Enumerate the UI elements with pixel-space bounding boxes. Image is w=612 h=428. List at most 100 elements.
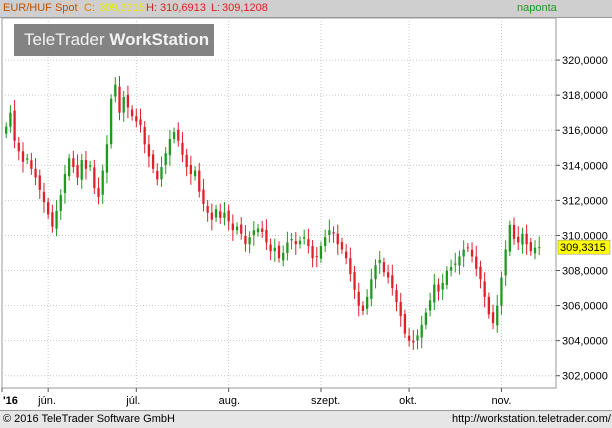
candle-body [135, 116, 138, 122]
candle-body [156, 170, 159, 180]
candle-body [353, 271, 356, 290]
candle-body [496, 305, 499, 326]
candle-body [462, 249, 465, 257]
low-value: 309,1208 [222, 2, 268, 14]
candle-body [294, 241, 297, 245]
candle-body [491, 312, 495, 324]
candle-body [126, 94, 130, 108]
candle-body [38, 175, 41, 190]
candle-body [336, 233, 339, 245]
candle-body [143, 127, 146, 145]
candle-body [361, 305, 365, 311]
candle-body [210, 212, 214, 220]
candle-body [487, 296, 491, 315]
symbol-label: EUR/HUF Spot [3, 2, 78, 14]
y-tick-label: 304,0000 [562, 336, 608, 348]
candle-body [433, 284, 436, 303]
candle-body [286, 242, 289, 253]
footer-url-link[interactable]: http://workstation.teletrader.com/ [452, 413, 611, 426]
candle-body [13, 110, 16, 141]
candle-body [189, 164, 193, 175]
candle-body [437, 284, 440, 292]
candle-body [538, 247, 541, 249]
candle-body [17, 142, 20, 152]
candle-body [181, 142, 184, 155]
candle-body [227, 210, 230, 222]
candle-body [88, 165, 92, 167]
candle-body [51, 212, 54, 227]
close-label: C: [84, 2, 95, 14]
candle-body [407, 335, 411, 341]
chart-header: EUR/HUF Spot C: 309,3315 H: 310,6913 L: … [0, 0, 612, 18]
candle-body [319, 245, 323, 259]
candle-body [328, 230, 331, 236]
candle-body [470, 249, 474, 257]
watermark-text-light: TeleTrader [24, 30, 110, 49]
candle-body [114, 84, 117, 97]
candle-body [391, 275, 394, 289]
candle-body [303, 237, 306, 239]
y-tick-label: 308,0000 [562, 266, 608, 278]
candle-body [378, 259, 381, 264]
candle-body [118, 86, 121, 113]
candle-body [219, 211, 222, 218]
low-label: L: [211, 2, 221, 14]
candle-body [59, 195, 62, 211]
y-tick-label: 314,0000 [562, 160, 608, 172]
y-tick-label: 302,0000 [562, 371, 608, 383]
price-chart[interactable]: 302,0000304,0000306,0000308,0000310,0000… [0, 18, 612, 410]
x-tick-label: nov. [491, 395, 511, 407]
candle-body [374, 265, 377, 280]
plot-area [1, 18, 557, 389]
candle-body [386, 272, 390, 278]
candle-body [315, 256, 318, 258]
candle-body [395, 290, 398, 303]
candle-body [97, 188, 100, 197]
x-tick-label: '16 [3, 395, 18, 407]
candle-body [273, 247, 276, 252]
teletrader-watermark: TeleTrader WorkStation [14, 24, 214, 56]
candle-body [84, 160, 88, 169]
candle-body [9, 112, 12, 127]
candle-body [139, 119, 142, 125]
chart-footer: © 2016 TeleTrader Software GmbH http://w… [0, 410, 612, 428]
watermark-text-bold: WorkStation [109, 30, 210, 49]
candle-body [357, 291, 360, 306]
candle-body [399, 302, 402, 317]
candle-body [168, 138, 172, 156]
candle-body [76, 164, 79, 178]
y-tick-label: 316,0000 [562, 125, 608, 137]
candle-body [412, 340, 415, 343]
candle-body [454, 263, 457, 265]
candle-body [252, 230, 255, 236]
candle-body [21, 151, 25, 162]
candle-body [261, 228, 264, 232]
high-value: 310,6913 [160, 2, 206, 14]
x-tick-label: jún. [37, 395, 56, 407]
candle-body [441, 282, 444, 290]
candle-body [420, 324, 423, 338]
candle-body [185, 154, 188, 168]
close-value: 309,3315 [99, 2, 145, 14]
candle-body [282, 252, 285, 261]
y-tick-label: 320,0000 [562, 55, 608, 67]
candle-body [365, 296, 369, 309]
candle-body [109, 98, 113, 145]
x-tick-label: aug. [219, 395, 240, 407]
candle-body [198, 170, 201, 192]
candle-body [475, 256, 478, 269]
candle-body [72, 158, 75, 168]
candle-body [248, 237, 251, 245]
candle-body [101, 170, 104, 195]
candle-body [160, 167, 163, 180]
candle-body [42, 191, 46, 203]
period-label[interactable]: naponta [517, 2, 557, 15]
candle-body [344, 251, 348, 259]
candle-body [525, 233, 528, 245]
candle-body [172, 131, 176, 139]
candle-body [244, 235, 247, 245]
candle-body [349, 258, 352, 275]
candle-body [298, 240, 302, 245]
y-tick-label: 318,0000 [562, 90, 608, 102]
candle-body [500, 277, 503, 306]
